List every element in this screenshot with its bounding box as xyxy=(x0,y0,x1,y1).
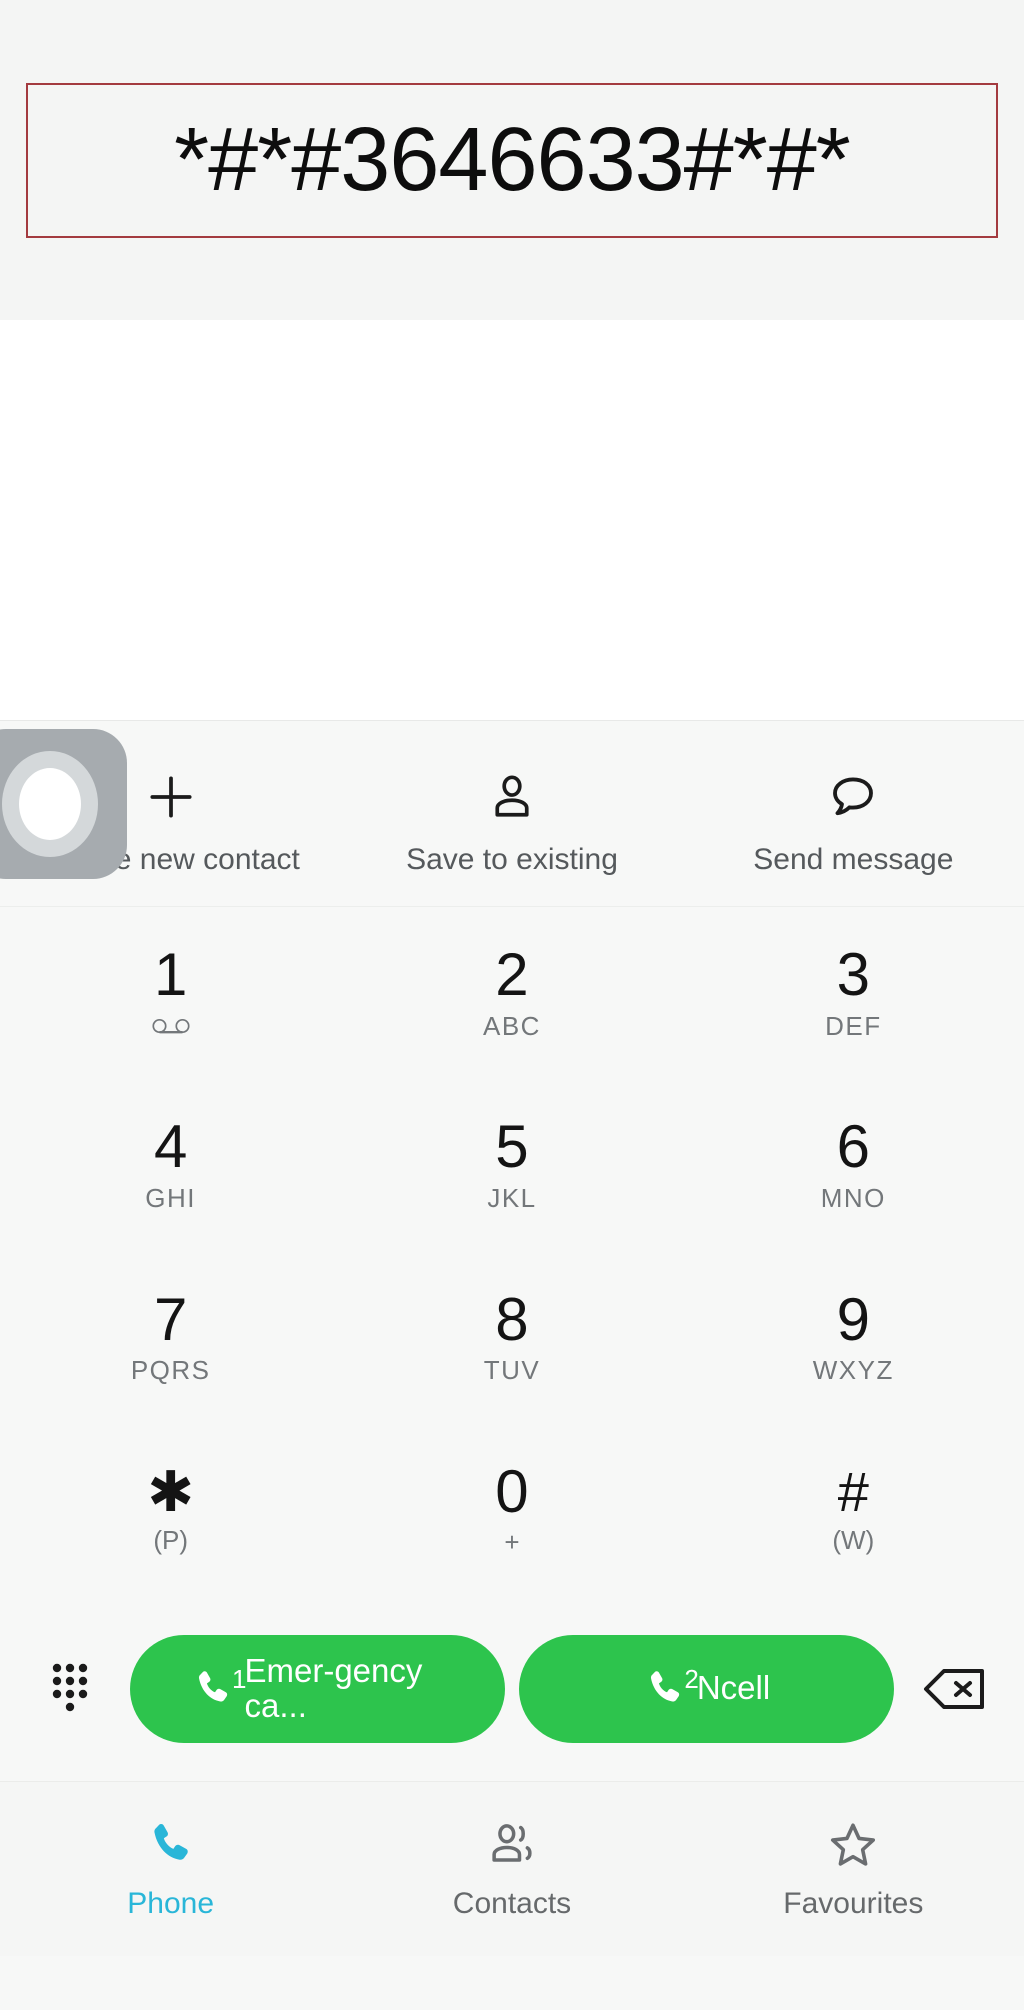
key-sublabel: DEF xyxy=(825,1010,882,1041)
key-sublabel: MNO xyxy=(820,1182,886,1213)
contact-suggestions-region xyxy=(0,320,1024,720)
action-label: Send message xyxy=(753,842,954,876)
call-button-sim1[interactable]: 1 Emer-gency ca... xyxy=(130,1634,505,1743)
key-3[interactable]: 3 DEF xyxy=(683,907,1024,1079)
action-send-message[interactable]: Send message xyxy=(683,769,1024,877)
action-create-new-contact[interactable]: Create new contact xyxy=(0,769,341,877)
key-digit: 5 xyxy=(495,1113,529,1181)
key-digit: 0 xyxy=(495,1457,529,1525)
key-digit: # xyxy=(837,1459,869,1523)
number-display-area: *#*#3646633#*#* xyxy=(0,0,1024,320)
contacts-people-icon xyxy=(485,1817,539,1873)
key-digit: 4 xyxy=(153,1113,188,1181)
dialer-sheet: Create new contact Save to existing Send… xyxy=(0,720,1024,2010)
key-2[interactable]: 2 ABC xyxy=(341,907,682,1079)
call-button-sim2[interactable]: 2 Ncell xyxy=(519,1634,894,1743)
key-7[interactable]: 7 PQRS xyxy=(0,1252,341,1424)
person-icon xyxy=(486,769,538,825)
nav-tab-favourites[interactable]: Favourites xyxy=(683,1817,1024,1921)
key-sublabel: + xyxy=(504,1527,520,1558)
message-bubble-icon xyxy=(826,769,880,825)
key-8[interactable]: 8 TUV xyxy=(341,1252,682,1424)
key-1[interactable]: 1 xyxy=(0,907,341,1079)
dialpad-grid: 1 2 ABC 3 DEF 4 GHI 5 JKL 6 MNO 7 PQRS 8… xyxy=(0,906,1024,1596)
star-outline-icon xyxy=(826,1817,880,1873)
quick-actions-row: Create new contact Save to existing Send… xyxy=(0,721,1024,906)
key-digit: 2 xyxy=(495,941,529,1009)
key-digit: 7 xyxy=(153,1285,188,1353)
action-save-to-existing[interactable]: Save to existing xyxy=(341,769,682,877)
nav-tab-label: Favourites xyxy=(783,1887,924,1920)
key-sublabel: GHI xyxy=(145,1182,197,1213)
dialer-screen: *#*#3646633#*#* Create new contact Save … xyxy=(0,0,1024,2010)
call-button-label: Ncell xyxy=(696,1669,771,1707)
bottom-navigation: Phone Contacts Favourites xyxy=(0,1781,1024,1956)
call-action-bar: 1 Emer-gency ca... 2 Ncell xyxy=(0,1596,1024,1781)
key-digit: 9 xyxy=(836,1285,871,1353)
key-sublabel: (W) xyxy=(832,1525,875,1556)
key-5[interactable]: 5 JKL xyxy=(341,1079,682,1251)
sim-index-label: 2 xyxy=(684,1663,699,1694)
key-sublabel: TUV xyxy=(483,1355,541,1386)
nav-tab-label: Contacts xyxy=(452,1887,572,1920)
dialed-number-field[interactable]: *#*#3646633#*#* xyxy=(26,82,998,238)
key-0[interactable]: 0 + xyxy=(341,1424,682,1596)
key-sublabel: PQRS xyxy=(130,1355,211,1386)
key-sublabel: ABC xyxy=(483,1010,541,1041)
nav-tab-contacts[interactable]: Contacts xyxy=(341,1817,682,1921)
action-label: Save to existing xyxy=(406,842,618,876)
plus-icon xyxy=(143,769,199,825)
action-label: Create new contact xyxy=(41,842,300,876)
voicemail-icon xyxy=(149,1011,193,1041)
phone-handset-icon xyxy=(145,1817,197,1873)
key-9[interactable]: 9 WXYZ xyxy=(683,1252,1024,1424)
dialpad-dots-icon[interactable] xyxy=(24,1660,116,1718)
phone-handset-icon: 2 xyxy=(643,1664,699,1712)
nav-tab-label: Phone xyxy=(127,1887,215,1920)
key-sublabel: WXYZ xyxy=(812,1355,894,1386)
backspace-icon[interactable] xyxy=(908,1665,1000,1713)
key-sublabel: (P) xyxy=(153,1525,188,1556)
key-digit: 8 xyxy=(495,1285,529,1353)
key-4[interactable]: 4 GHI xyxy=(0,1079,341,1251)
nav-tab-phone[interactable]: Phone xyxy=(0,1817,341,1921)
dialed-number-text: *#*#3646633#*#* xyxy=(174,110,851,210)
key-star[interactable]: ✱ (P) xyxy=(0,1424,341,1596)
sim-index-label: 1 xyxy=(232,1663,247,1694)
phone-handset-icon: 1 xyxy=(191,1664,247,1712)
key-digit: 1 xyxy=(153,941,188,1009)
key-pound[interactable]: # (W) xyxy=(683,1424,1024,1596)
key-digit: ✱ xyxy=(147,1459,195,1523)
key-digit: 3 xyxy=(836,941,871,1009)
key-sublabel: JKL xyxy=(487,1182,537,1213)
key-6[interactable]: 6 MNO xyxy=(683,1079,1024,1251)
key-digit: 6 xyxy=(836,1113,871,1181)
call-button-label: Emer-gency ca... xyxy=(244,1651,423,1724)
